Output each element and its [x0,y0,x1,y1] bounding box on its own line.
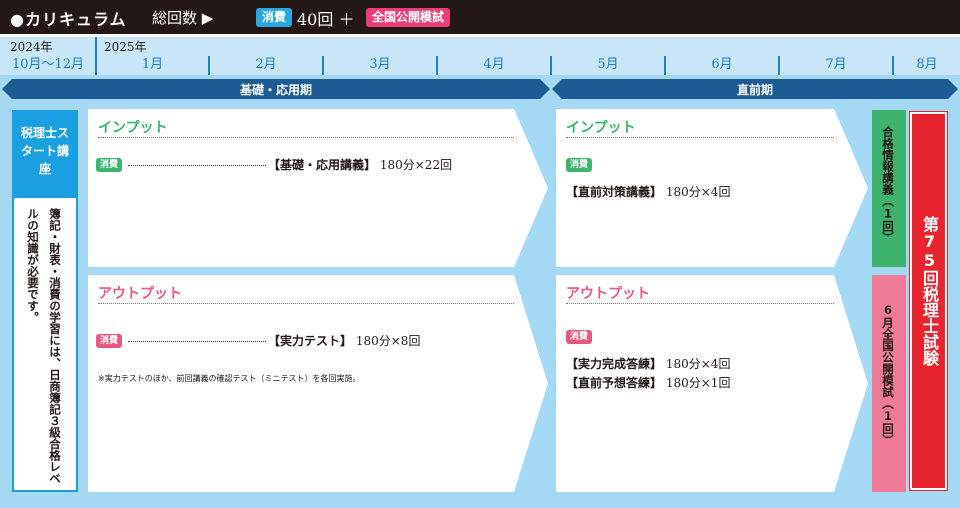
course-line: 【実力完成答練】 180分×4回 [566,355,730,372]
final-input-card: インプット 消費 【直前対策講義】 180分×4回 [556,109,868,267]
basic-output-card: アウトプット 消費 【実力テスト】 180分×8回 ※実力テストのほか、前回講義… [88,275,548,492]
month-label: 6月 [711,57,733,72]
dotted-rule [98,137,514,138]
course-name: 【基礎・応用講義】 [268,158,377,172]
course-detail: 180分×1回 [665,376,731,390]
course-detail: 180分×4回 [665,357,731,371]
mock-badge: 全国公開模試 [366,8,451,27]
info-lecture-box: 合格情報講義（1回） [872,110,906,267]
leader-dots [128,165,266,166]
subject-tag: 消費 [96,158,122,172]
output-heading: アウトプット [566,286,650,302]
subject-tag: 消費 [566,158,592,172]
year-2024: 2024年 [10,40,53,54]
subject-tag: 消費 [566,330,592,344]
month-label: 5月 [597,57,619,72]
input-heading: インプット [566,120,636,136]
final-output-card: アウトプット 消費 【実力完成答練】 180分×4回 【直前予想答練】 180分… [556,275,868,492]
year-2025: 2025年 [104,40,147,54]
starter-note: 簿記・財表・消費の学習には、日商簿記３級合格レベルの知識が必要です。 [26,208,62,484]
mock-exam-label: 6月全国公開模試（1回） [881,303,895,446]
course-line: 【基礎・応用講義】 180分×22回 [128,156,452,173]
timeline: 2024年 2025年 10月〜12月 1月 2月 3月 4月 5月 6月 7月… [0,37,960,75]
leader-dots [128,341,266,342]
info-lecture-label: 合格情報講義（1回） [881,126,895,244]
course-name: 【直前予想答練】 [566,376,663,390]
dotted-rule [98,303,514,304]
header-bar: ●カリキュラム 総回数 ▶ 消費 40回 ＋ 全国公開模試 [0,0,960,34]
subject-badge: 消費 [256,8,293,27]
month-label: 8月 [916,57,938,72]
month-label: 4月 [483,57,505,72]
course-line: 【直前予想答練】 180分×1回 [566,374,730,391]
mock-exam-box: 6月全国公開模試（1回） [872,275,906,492]
month-label: 1月 [141,57,164,72]
starter-course-box: 税理士スタート講座 簿記・財表・消費の学習には、日商簿記３級合格レベルの知識が必… [12,110,78,492]
course-detail: 180分×8回 [355,334,421,348]
month-label: 7月 [825,57,847,72]
exam-label: 第75回税理士試験 [920,216,939,366]
starter-title-text: 税理士スタート講座 [20,126,69,176]
month-label: 2月 [255,57,277,72]
course-name: 【直前対策講義】 [566,185,663,199]
session-count: 40回 ＋ [297,10,355,29]
output-heading: アウトプット [98,286,182,302]
count-label: 総回数 ▶ [152,9,214,27]
course-name: 【実力テスト】 [268,334,353,348]
dotted-rule [566,137,834,138]
course-detail: 180分×4回 [665,185,731,199]
input-heading: インプット [98,120,168,136]
course-line: 【実力テスト】 180分×8回 [128,332,420,349]
month-label: 3月 [369,57,391,72]
exam-box: 第75回税理士試験 [909,111,948,491]
subject-tag: 消費 [96,334,122,348]
phase-label: 直前期 [736,83,773,97]
starter-course-title: 税理士スタート講座 [14,112,76,198]
course-detail: 180分×22回 [379,158,453,172]
basic-input-card: インプット 消費 【基礎・応用講義】 180分×22回 [88,109,548,267]
curriculum-area: 基礎・応用期 直前期 税理士スタート講座 簿記・財表・消費の学習には、日商簿記３… [0,75,960,508]
phase-banner-basic: 基礎・応用期 [2,79,550,99]
month-label: 10月〜12月 [11,57,85,72]
phase-label: 基礎・応用期 [239,83,312,97]
output-note: ※実力テストのほか、前回講義の確認テスト（ミニテスト）を各回実施。 [98,374,361,383]
course-line: 【直前対策講義】 180分×4回 [566,183,730,200]
dotted-rule [566,303,834,304]
phase-banner-final: 直前期 [552,79,958,99]
page-title: ●カリキュラム [10,10,127,29]
course-name: 【実力完成答練】 [566,357,663,371]
